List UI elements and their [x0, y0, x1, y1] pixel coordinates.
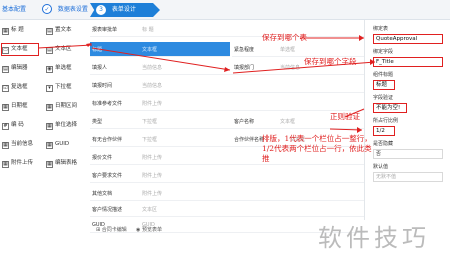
- annotation-save-field: 保存到哪个字段: [304, 57, 357, 66]
- annotation-save-table: 保存到哪个表: [262, 33, 307, 42]
- watermark: 软件技巧: [318, 224, 430, 252]
- annotation-layout: 排版，1代表一个栏位占一整行，1/2代表两个栏位占一行，依此类推: [262, 134, 372, 163]
- annotation-validation: 正则验证: [330, 112, 360, 121]
